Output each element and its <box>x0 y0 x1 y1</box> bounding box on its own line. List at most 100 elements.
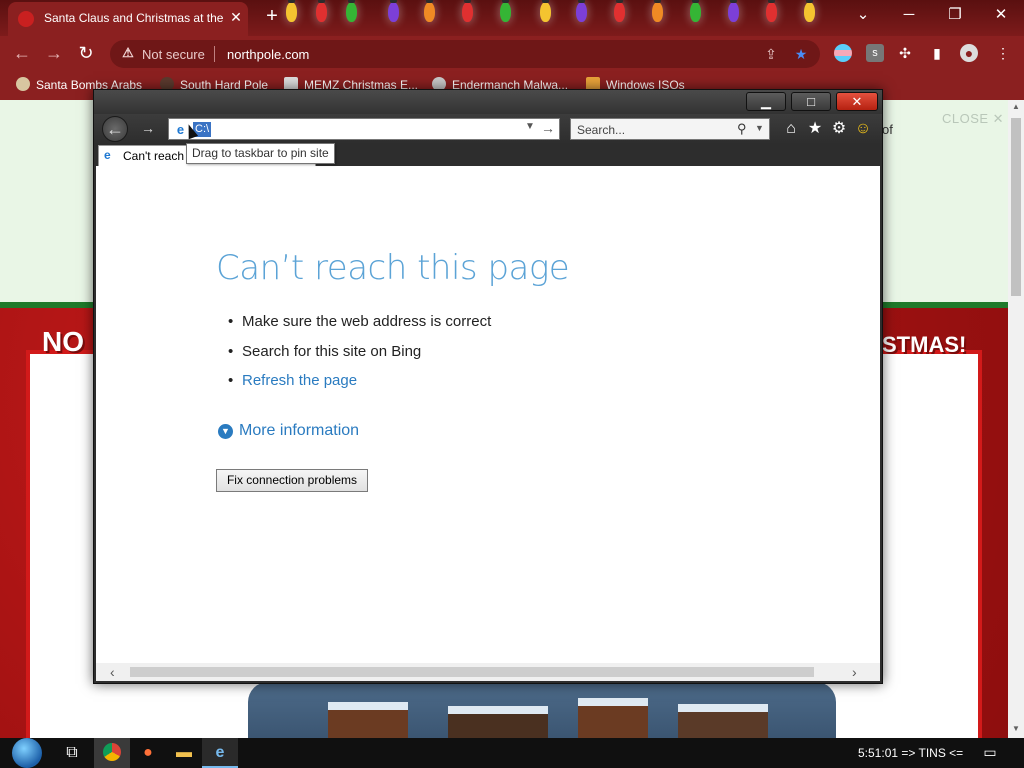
notification-icon[interactable]: ▭ <box>980 744 1000 762</box>
task-view-icon[interactable]: ⧉ <box>54 738 90 768</box>
close-link[interactable]: CLOSE ✕ <box>942 111 1004 127</box>
ie-content-area: Can’t reach this page Make sure the web … <box>96 166 880 663</box>
ie-maximize-button[interactable]: □ <box>791 92 831 111</box>
restore-button[interactable]: ❐ <box>932 0 978 30</box>
ie-horizontal-scrollbar[interactable]: ‹ › <box>96 663 880 681</box>
firefox-taskbar-icon[interactable]: ● <box>130 738 166 768</box>
site-favicon-icon <box>18 11 34 27</box>
christmas-light-icon <box>804 0 815 22</box>
christmas-light-icon <box>500 0 511 22</box>
active-tab[interactable]: Santa Claus and Christmas at the ✕ <box>8 2 248 36</box>
more-information-toggle[interactable]: ▼ More information <box>218 422 359 440</box>
ie-search-icon[interactable]: ⚲ <box>737 121 747 137</box>
christmas-light-icon <box>540 0 551 22</box>
christmas-light-icon <box>652 0 663 22</box>
pin-site-tooltip: Drag to taskbar to pin site <box>186 143 335 164</box>
ie-back-arrow-icon[interactable]: ← <box>102 116 128 142</box>
scroll-thumb[interactable] <box>1011 118 1021 296</box>
ie-window: ▁ □ ✕ ← → e C:\ ▼ → Search... ⚲ ▼ ⌂ ★ ⚙ … <box>93 89 883 684</box>
clock[interactable]: 5:51:01 => TINS <= <box>858 746 963 760</box>
house-shape <box>578 698 648 738</box>
address-bar[interactable]: ⚠ Not secure northpole.com ⇪ ★ <box>110 40 820 68</box>
security-label[interactable]: Not secure <box>142 47 205 62</box>
refresh-page-link[interactable]: Refresh the page <box>228 372 357 389</box>
christmas-village-image <box>248 682 836 738</box>
christmas-light-icon <box>346 0 357 22</box>
banner-heading-left: NO <box>42 326 84 357</box>
bookmark-favicon-icon <box>16 77 30 91</box>
side-panel-icon[interactable]: ▮ <box>928 44 946 62</box>
christmas-light-icon <box>316 0 327 22</box>
tab-close-icon[interactable]: ✕ <box>228 9 244 25</box>
ie-tab-title: Can't reach <box>123 149 184 163</box>
taskbar: ⧉ ● ▬ e 5:51:01 => TINS <= ▭ <box>0 738 1024 768</box>
christmas-light-icon <box>576 0 587 22</box>
ie-title-bar[interactable]: ▁ □ ✕ <box>94 90 882 114</box>
ie-go-arrow-icon[interactable]: → <box>541 120 555 136</box>
more-information-label: More information <box>239 422 360 439</box>
ie-search-placeholder[interactable]: Search... <box>577 123 625 137</box>
chrome-tab-bar: Santa Claus and Christmas at the ✕ + ⌄ ─… <box>0 0 1024 36</box>
horizontal-scroll-thumb[interactable] <box>130 667 814 677</box>
chrome-toolbar: ← → ↻ ⚠ Not secure northpole.com ⇪ ★ s ✣… <box>0 36 1024 70</box>
scroll-down-icon[interactable]: ▼ <box>1011 724 1021 734</box>
ie-navigation-bar: ← → e C:\ ▼ → Search... ⚲ ▼ ⌂ ★ ⚙ ☺ <box>94 114 882 144</box>
house-shape <box>328 702 408 738</box>
tab-search-icon[interactable]: ⌄ <box>840 0 886 30</box>
ie-close-button[interactable]: ✕ <box>836 92 878 111</box>
start-button[interactable] <box>12 738 42 768</box>
ie-forward-arrow-icon[interactable]: → <box>138 119 158 139</box>
christmas-light-icon <box>462 0 473 22</box>
ie-feedback-smiley-icon[interactable]: ☺ <box>854 120 872 138</box>
profile-avatar-icon[interactable]: ● <box>960 44 978 62</box>
banner-heading-right: STMAS! <box>882 332 967 357</box>
suggestion-item: Make sure the web address is correct <box>228 313 491 330</box>
error-title: Can’t reach this page <box>216 248 570 288</box>
extensions-puzzle-icon[interactable]: ✣ <box>896 44 914 62</box>
ie-favorites-star-icon[interactable]: ★ <box>806 120 824 138</box>
house-shape <box>678 704 768 738</box>
bookmark-star-icon[interactable]: ★ <box>792 45 810 63</box>
share-icon[interactable]: ⇪ <box>762 45 780 63</box>
christmas-light-icon <box>424 0 435 22</box>
ie-address-dropdown-icon[interactable]: ▼ <box>525 121 535 132</box>
page-text-fragment: of <box>882 122 893 137</box>
ie-search-box[interactable]: Search... ⚲ ▼ <box>570 118 770 140</box>
reload-icon[interactable]: ↻ <box>74 42 98 64</box>
close-window-button[interactable]: ✕ <box>978 0 1024 30</box>
ie-tab-favicon-icon: e <box>104 148 111 162</box>
scroll-right-icon[interactable]: › <box>852 664 857 680</box>
menu-kebab-icon[interactable]: ⋮ <box>994 44 1012 62</box>
chrome-taskbar-icon[interactable] <box>94 738 130 768</box>
forward-arrow-icon[interactable]: → <box>42 42 66 64</box>
chevron-down-icon: ▼ <box>218 424 233 439</box>
warning-icon[interactable]: ⚠ <box>120 45 136 61</box>
scroll-up-icon[interactable]: ▲ <box>1011 102 1021 112</box>
christmas-light-icon <box>728 0 739 22</box>
ie-settings-gear-icon[interactable]: ⚙ <box>830 120 848 138</box>
ie-address-bar[interactable]: e C:\ ▼ → <box>168 118 560 140</box>
internet-explorer-taskbar-icon[interactable]: e <box>202 738 238 768</box>
christmas-light-icon <box>690 0 701 22</box>
page-scrollbar[interactable]: ▲ ▼ <box>1008 100 1024 738</box>
ie-search-dropdown-icon[interactable]: ▼ <box>755 123 764 133</box>
scroll-left-icon[interactable]: ‹ <box>110 664 115 680</box>
suggestion-item: Search for this site on Bing <box>228 343 421 360</box>
minimize-button[interactable]: ─ <box>886 0 932 30</box>
tab-title: Santa Claus and Christmas at the <box>44 11 224 25</box>
ie-minimize-button[interactable]: ▁ <box>746 92 786 111</box>
christmas-light-icon <box>388 0 399 22</box>
extension-flag-icon[interactable] <box>834 44 852 62</box>
url-text[interactable]: northpole.com <box>227 47 309 62</box>
new-tab-button[interactable]: + <box>262 6 282 26</box>
address-separator <box>214 46 215 62</box>
fix-connection-button[interactable]: Fix connection problems <box>216 469 368 492</box>
file-explorer-icon[interactable]: ▬ <box>166 738 202 768</box>
christmas-light-icon <box>614 0 625 22</box>
extension-s-icon[interactable]: s <box>866 44 884 62</box>
christmas-light-icon <box>286 0 297 22</box>
christmas-light-icon <box>766 0 777 22</box>
back-arrow-icon[interactable]: ← <box>10 42 34 64</box>
ie-home-icon[interactable]: ⌂ <box>782 120 800 138</box>
house-shape <box>448 706 548 738</box>
